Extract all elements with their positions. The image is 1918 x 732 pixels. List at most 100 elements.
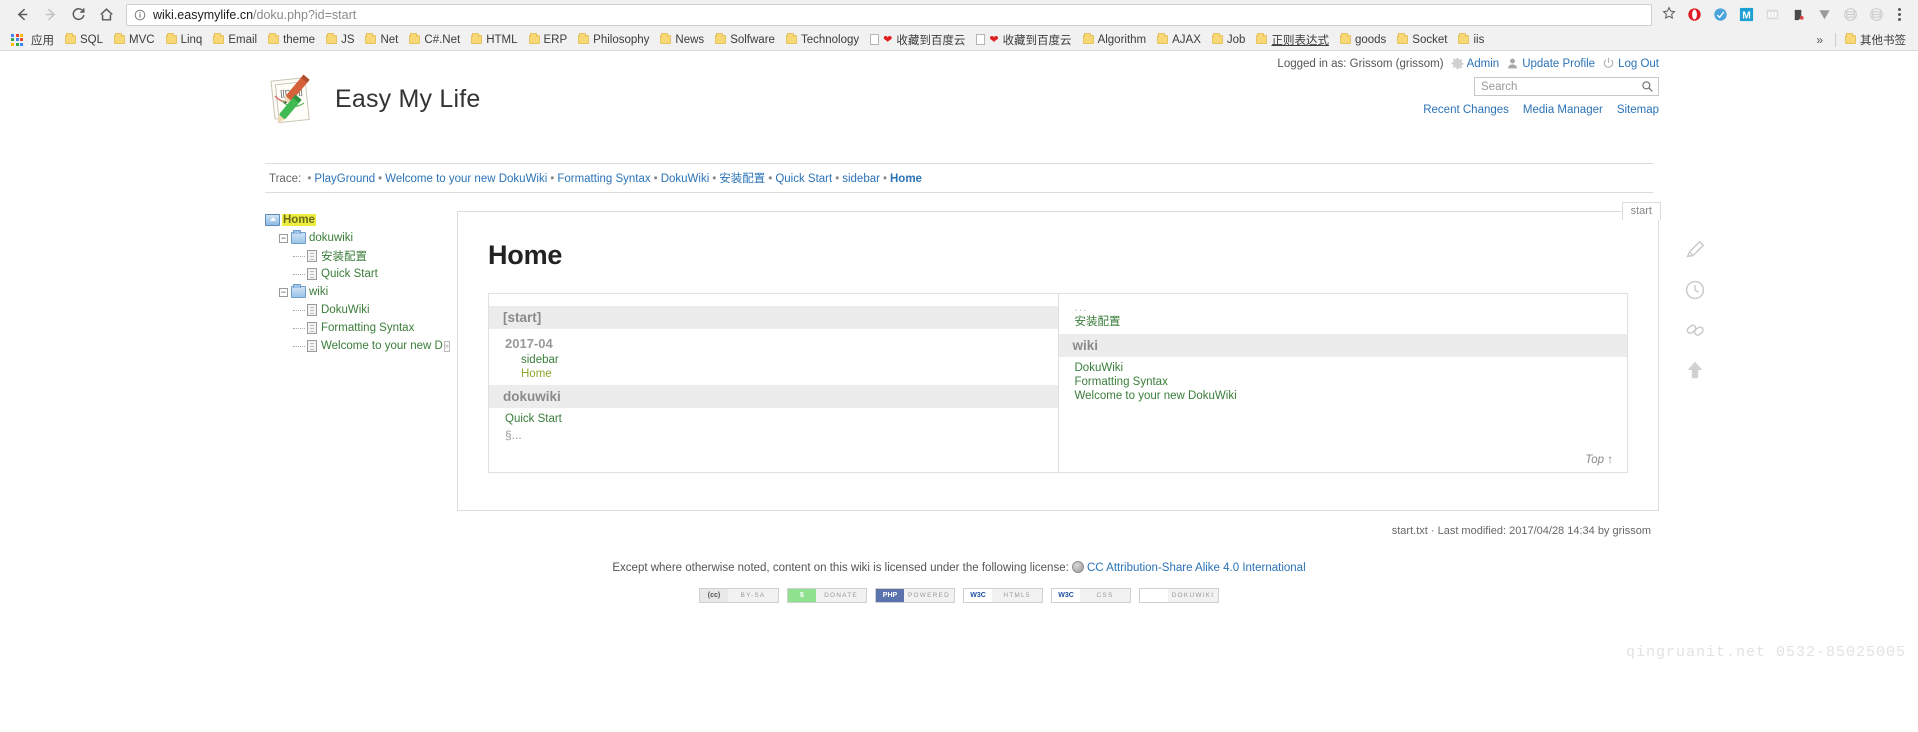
index-item[interactable]: Quick Start: [489, 412, 1058, 426]
tree-node-label[interactable]: Welcome to your new D: [321, 340, 443, 352]
back-arrow-icon[interactable]: [8, 1, 36, 29]
bookmark-item[interactable]: News: [655, 32, 710, 48]
tree-node-page[interactable]: 安装配置: [265, 247, 449, 265]
breadcrumb-item[interactable]: DokuWiki: [661, 173, 710, 185]
bookmark-other-bookmarks[interactable]: 其他书签: [1840, 30, 1912, 50]
tree-node-namespace[interactable]: − dokuwiki: [265, 229, 449, 247]
index-item[interactable]: Welcome to your new DokuWiki: [1059, 389, 1628, 403]
link-icon[interactable]: [1682, 317, 1708, 343]
bookmark-item[interactable]: 正则表达式: [1251, 30, 1335, 50]
footer-badge[interactable]: W3C CSS: [1051, 588, 1131, 603]
home-icon[interactable]: [92, 1, 120, 29]
tree-toggle-icon[interactable]: −: [279, 287, 288, 297]
pencil-icon[interactable]: [1682, 237, 1708, 263]
breadcrumb-item[interactable]: PlayGround: [314, 173, 375, 185]
index-item[interactable]: sidebar: [489, 353, 1058, 367]
tree-node-label[interactable]: DokuWiki: [321, 304, 370, 316]
columns-extension-icon[interactable]: [1760, 3, 1784, 27]
breadcrumb-item[interactable]: Welcome to your new DokuWiki: [385, 173, 547, 185]
logout-label[interactable]: Log Out: [1618, 58, 1659, 70]
license-link[interactable]: CC Attribution-Share Alike 4.0 Internati…: [1087, 562, 1306, 574]
index-item[interactable]: 安装配置: [1059, 312, 1628, 330]
page-name-tab[interactable]: start: [1621, 202, 1661, 220]
breadcrumb-item[interactable]: 安装配置: [719, 173, 765, 185]
tree-node-label[interactable]: wiki: [309, 286, 328, 298]
bookmark-item[interactable]: Technology: [781, 32, 865, 48]
index-item-link[interactable]: Quick Start: [505, 413, 562, 425]
search-input[interactable]: [1479, 79, 1640, 94]
bookmark-item[interactable]: HTML: [466, 32, 523, 48]
tree-node-label[interactable]: Quick Start: [321, 268, 378, 280]
breadcrumb-item[interactable]: sidebar: [842, 173, 880, 185]
chrome-menu-icon[interactable]: [1888, 8, 1910, 21]
index-item-link[interactable]: sidebar: [521, 354, 559, 366]
bookmark-item[interactable]: theme: [263, 32, 321, 48]
index-item[interactable]: DokuWiki: [1059, 361, 1628, 375]
bookmark-item[interactable]: AJAX: [1152, 32, 1207, 48]
bookmarks-overflow-button[interactable]: »: [1808, 33, 1831, 47]
logout-link[interactable]: Log Out: [1602, 57, 1659, 70]
bookmark-item[interactable]: ERP: [524, 32, 574, 48]
reload-icon[interactable]: [64, 1, 92, 29]
index-item-link[interactable]: DokuWiki: [1075, 362, 1124, 374]
site-logo-and-title[interactable]: [[DW]]: [265, 71, 481, 127]
index-item-link[interactable]: Welcome to your new DokuWiki: [1075, 390, 1237, 402]
index-item-link[interactable]: Home: [521, 368, 552, 380]
index-item[interactable]: Formatting Syntax: [1059, 375, 1628, 389]
footer-badge[interactable]: W3C HTML5: [963, 588, 1043, 603]
grid-extension-icon-2[interactable]: [1864, 3, 1888, 27]
bookmark-item[interactable]: JS: [321, 32, 360, 48]
back-to-top-link[interactable]: Top ↑: [1585, 454, 1613, 466]
tree-node-page[interactable]: Home: [265, 211, 449, 229]
site-tool-recent-changes[interactable]: Recent Changes: [1423, 104, 1509, 116]
opera-extension-icon[interactable]: [1682, 3, 1706, 27]
site-info-icon[interactable]: [134, 9, 146, 21]
site-tool-media-manager[interactable]: Media Manager: [1523, 104, 1603, 116]
breadcrumb-item[interactable]: Quick Start: [775, 173, 832, 185]
bookmark-item[interactable]: Linq: [161, 32, 209, 48]
bookmark-item[interactable]: iis: [1453, 32, 1490, 48]
bookmark-item[interactable]: Socket: [1392, 32, 1453, 48]
tree-node-page[interactable]: Welcome to your new D»: [265, 337, 450, 355]
bookmark-star-icon[interactable]: [1658, 6, 1680, 23]
bookmark-item[interactable]: ❤ 收藏到百度云: [971, 30, 1077, 50]
index-item-link[interactable]: 安装配置: [1075, 316, 1121, 328]
footer-badge[interactable]: DOKUWIKI: [1139, 588, 1219, 603]
update-profile-link[interactable]: Update Profile: [1506, 57, 1595, 70]
tree-node-page[interactable]: Quick Start: [265, 265, 449, 283]
bookmark-item[interactable]: C#.Net: [404, 32, 466, 48]
up-arrow-icon[interactable]: [1682, 357, 1708, 383]
tree-node-page[interactable]: DokuWiki: [265, 301, 449, 319]
bookmark-item[interactable]: Solfware: [710, 32, 781, 48]
address-bar[interactable]: wiki.easymylife.cn/doku.php?id=start: [126, 3, 1652, 26]
index-item[interactable]: Home: [489, 367, 1058, 381]
footer-badge[interactable]: PHP POWERED: [875, 588, 955, 603]
tree-node-label[interactable]: dokuwiki: [309, 232, 353, 244]
admin-link[interactable]: Admin: [1451, 57, 1500, 70]
breadcrumb-item[interactable]: Formatting Syntax: [557, 173, 650, 185]
breadcrumb-item[interactable]: Home: [890, 173, 922, 185]
v-extension-icon[interactable]: [1812, 3, 1836, 27]
search-box[interactable]: [1474, 77, 1659, 96]
search-icon[interactable]: [1640, 80, 1654, 93]
clock-icon[interactable]: [1682, 277, 1708, 303]
bookmark-item[interactable]: Net: [360, 32, 404, 48]
grid-extension-icon-1[interactable]: [1838, 3, 1862, 27]
admin-label[interactable]: Admin: [1467, 58, 1500, 70]
update-profile-label[interactable]: Update Profile: [1522, 58, 1595, 70]
bookmark-item[interactable]: Philosophy: [573, 32, 655, 48]
shield-extension-icon[interactable]: [1708, 3, 1732, 27]
tree-node-label[interactable]: Formatting Syntax: [321, 322, 414, 334]
evernote-extension-icon[interactable]: [1786, 3, 1810, 27]
bookmark-item[interactable]: ❤ 收藏到百度云: [865, 30, 971, 50]
tree-node-label[interactable]: 安装配置: [321, 248, 367, 264]
bookmark-item[interactable]: SQL: [60, 32, 109, 48]
tree-node-namespace[interactable]: − wiki: [265, 283, 449, 301]
bookmark-item[interactable]: Email: [208, 32, 263, 48]
bookmark-item[interactable]: Job: [1207, 32, 1252, 48]
footer-badge[interactable]: (cc) BY-SA: [699, 588, 779, 603]
index-item-link[interactable]: Formatting Syntax: [1075, 376, 1168, 388]
bookmark-item[interactable]: Algorithm: [1078, 32, 1153, 48]
bookmark-item[interactable]: goods: [1335, 32, 1392, 48]
footer-badge[interactable]: $ DONATE: [787, 588, 867, 603]
